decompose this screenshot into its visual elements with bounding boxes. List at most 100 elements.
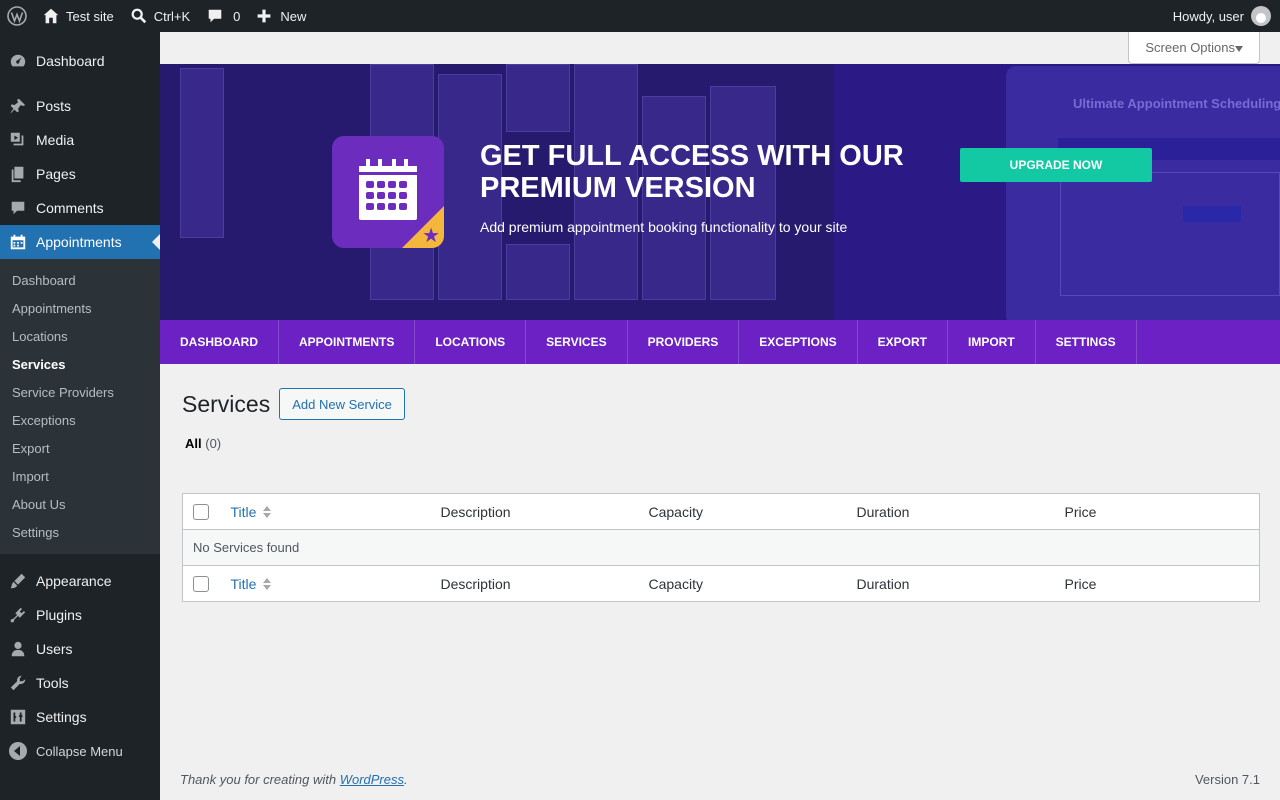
search-shortcut: Ctrl+K bbox=[153, 8, 191, 24]
column-title-label: Title bbox=[230, 503, 257, 520]
admin-bar: Test site Ctrl+K 0 New Howdy, user bbox=[0, 0, 1280, 32]
comment-icon bbox=[8, 198, 28, 218]
column-duration: Duration bbox=[846, 493, 1055, 530]
column-title[interactable]: Title bbox=[220, 565, 431, 602]
filter-all-link[interactable]: All bbox=[185, 436, 202, 451]
title-sort-link[interactable]: Title bbox=[231, 504, 421, 520]
settings-icon bbox=[8, 707, 28, 727]
wordpress-link[interactable]: WordPress bbox=[340, 772, 404, 787]
sidebar-item-users[interactable]: Users bbox=[0, 632, 160, 666]
admin-footer: Thank you for creating with WordPress. V… bbox=[180, 772, 1260, 787]
command-search-button[interactable]: Ctrl+K bbox=[122, 0, 198, 32]
sidebar-item-dashboard[interactable]: Dashboard bbox=[0, 44, 160, 78]
media-icon bbox=[8, 130, 28, 150]
submenu-item-import[interactable]: Import bbox=[0, 462, 160, 490]
submenu-item-export[interactable]: Export bbox=[0, 434, 160, 462]
sidebar-item-label: Appearance bbox=[36, 573, 112, 589]
no-items-message: No Services found bbox=[182, 529, 1260, 566]
comment-icon bbox=[206, 7, 224, 25]
upgrade-now-button[interactable]: UPGRADE NOW bbox=[960, 148, 1152, 182]
sidebar-item-posts[interactable]: Posts bbox=[0, 89, 160, 123]
sidebar-item-tools[interactable]: Tools bbox=[0, 666, 160, 700]
account-menu[interactable]: Howdy, user bbox=[1165, 0, 1280, 32]
sidebar-item-label: Pages bbox=[36, 166, 76, 182]
admin-sidebar: Dashboard Posts Media Pages Comments App… bbox=[0, 32, 160, 800]
paintbrush-icon bbox=[8, 571, 28, 591]
tab-services[interactable]: SERVICES bbox=[526, 320, 628, 364]
page-header: Services Add New Service bbox=[182, 388, 405, 420]
column-capacity: Capacity bbox=[638, 565, 847, 602]
comments-count: 0 bbox=[233, 8, 241, 24]
select-all-checkbox-footer[interactable] bbox=[193, 575, 209, 592]
comments-link[interactable]: 0 bbox=[198, 0, 248, 32]
dashboard-icon bbox=[8, 51, 28, 71]
banner-bg-card-button bbox=[1183, 206, 1241, 222]
star-icon: ★ bbox=[422, 225, 440, 247]
sort-icon bbox=[263, 505, 272, 518]
submenu-item-exceptions[interactable]: Exceptions bbox=[0, 406, 160, 434]
table-footer-row: Title Description Capacity Duration Pric… bbox=[182, 565, 1260, 602]
tab-settings[interactable]: SETTINGS bbox=[1036, 320, 1137, 364]
user-icon bbox=[8, 639, 28, 659]
plugin-logo: ★ bbox=[332, 136, 444, 248]
site-name: Test site bbox=[66, 8, 114, 24]
submenu-item-locations[interactable]: Locations bbox=[0, 322, 160, 350]
new-label: New bbox=[280, 8, 307, 24]
submenu-item-settings[interactable]: Settings bbox=[0, 518, 160, 546]
sidebar-item-pages[interactable]: Pages bbox=[0, 157, 160, 191]
table-header-row: Title Description Capacity Duration Pric… bbox=[182, 493, 1260, 530]
home-icon bbox=[42, 7, 60, 25]
submenu-item-service-providers[interactable]: Service Providers bbox=[0, 378, 160, 406]
sidebar-item-label: Settings bbox=[36, 709, 87, 725]
column-duration: Duration bbox=[846, 565, 1055, 602]
tab-locations[interactable]: LOCATIONS bbox=[415, 320, 527, 364]
banner-bg-card-title: Ultimate Appointment Scheduling bbox=[1073, 96, 1280, 111]
sidebar-item-media[interactable]: Media bbox=[0, 123, 160, 157]
column-title[interactable]: Title bbox=[220, 493, 431, 530]
wordpress-logo-icon[interactable] bbox=[0, 0, 34, 32]
sidebar-item-appointments[interactable]: Appointments bbox=[0, 225, 160, 259]
submenu-item-about-us[interactable]: About Us bbox=[0, 490, 160, 518]
screen-options-button[interactable]: Screen Options bbox=[1128, 32, 1260, 64]
sidebar-item-label: Media bbox=[36, 132, 75, 148]
sidebar-item-label: Dashboard bbox=[36, 53, 105, 69]
tab-export[interactable]: EXPORT bbox=[858, 320, 948, 364]
tab-providers[interactable]: PROVIDERS bbox=[628, 320, 740, 364]
plugin-icon bbox=[8, 605, 28, 625]
sidebar-item-label: Appointments bbox=[36, 234, 122, 250]
column-price: Price bbox=[1054, 565, 1260, 602]
site-name-link[interactable]: Test site bbox=[34, 0, 122, 32]
plus-icon bbox=[256, 8, 272, 24]
search-icon bbox=[130, 7, 148, 25]
tab-exceptions[interactable]: EXCEPTIONS bbox=[739, 320, 858, 364]
sidebar-item-comments[interactable]: Comments bbox=[0, 191, 160, 225]
title-sort-link[interactable]: Title bbox=[231, 576, 421, 592]
submenu-item-appointments[interactable]: Appointments bbox=[0, 294, 160, 322]
status-filter: All (0) bbox=[185, 436, 221, 451]
submenu-item-dashboard[interactable]: Dashboard bbox=[0, 266, 160, 294]
sidebar-item-settings[interactable]: Settings bbox=[0, 700, 160, 734]
column-price: Price bbox=[1054, 493, 1260, 530]
add-new-service-button[interactable]: Add New Service bbox=[279, 388, 405, 420]
new-content-button[interactable]: New bbox=[248, 0, 314, 32]
tab-appointments[interactable]: APPOINTMENTS bbox=[279, 320, 416, 364]
plugin-nav: DASHBOARD APPOINTMENTS LOCATIONS SERVICE… bbox=[160, 320, 1280, 364]
pushpin-icon bbox=[8, 96, 28, 116]
sidebar-item-appearance[interactable]: Appearance bbox=[0, 564, 160, 598]
banner-heading: GET FULL ACCESS WITH OUR PREMIUM VERSION bbox=[480, 140, 904, 204]
submenu-item-services[interactable]: Services bbox=[0, 350, 160, 378]
banner-bg-panel bbox=[180, 68, 224, 238]
collapse-menu-button[interactable]: Collapse Menu bbox=[0, 734, 160, 768]
banner-bg-panel bbox=[506, 64, 570, 132]
tab-import[interactable]: IMPORT bbox=[948, 320, 1036, 364]
calendar-icon bbox=[8, 232, 28, 252]
footer-thanks-suffix: . bbox=[404, 772, 408, 787]
sidebar-item-plugins[interactable]: Plugins bbox=[0, 598, 160, 632]
select-all-checkbox[interactable] bbox=[193, 503, 209, 520]
collapse-arrow-icon bbox=[8, 741, 28, 761]
tab-dashboard[interactable]: DASHBOARD bbox=[160, 320, 279, 364]
filter-all-count: (0) bbox=[205, 436, 222, 451]
howdy-text: Howdy, user bbox=[1172, 8, 1244, 24]
select-all-cell bbox=[182, 565, 221, 602]
column-description: Description bbox=[430, 493, 639, 530]
